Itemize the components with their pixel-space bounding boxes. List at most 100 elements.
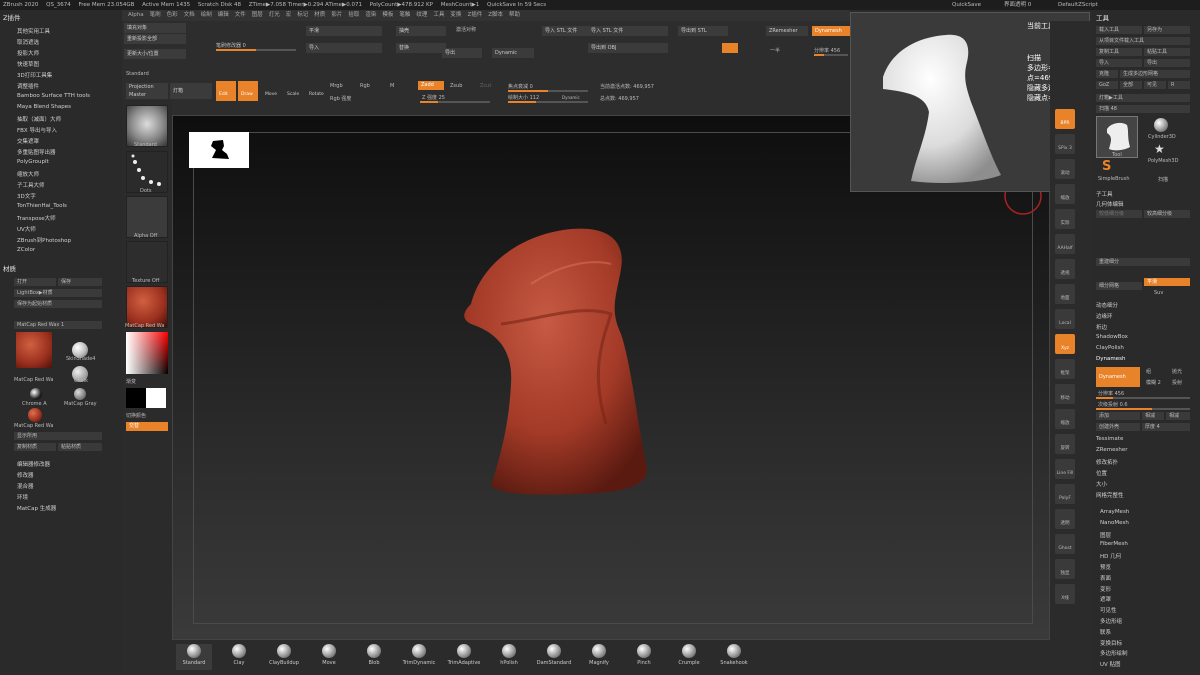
plugin-item[interactable]: FBX 导出与导入 xyxy=(17,126,57,134)
brush-slot[interactable]: ClayBuildup xyxy=(266,644,302,666)
tool-title[interactable]: 工具 xyxy=(1096,12,1109,22)
make-polymesh-button[interactable]: 生成多边形网格 xyxy=(1120,70,1190,78)
plugin-item[interactable]: Transpose大师 xyxy=(17,214,56,222)
shelf-button-13[interactable]: 旋转 xyxy=(1055,434,1075,454)
copy-tool-button[interactable]: 复制工具 xyxy=(1096,48,1142,56)
zremesher-button[interactable]: ZRemesher xyxy=(766,26,808,36)
dynamesh-button[interactable]: Dynamesh xyxy=(812,26,850,36)
brush-modifier-slider[interactable] xyxy=(216,49,296,51)
material-open-button[interactable]: 打开 xyxy=(14,278,56,286)
crease-header[interactable]: 折边 xyxy=(1096,323,1107,331)
tool-section-item[interactable]: 可见性 xyxy=(1100,606,1117,614)
plugin-item[interactable]: 3D打印工具集 xyxy=(17,71,52,79)
material-section-item[interactable]: 混合器 xyxy=(17,482,34,490)
brush-slot[interactable]: TrimDynamic xyxy=(401,644,437,666)
tessimate-header[interactable]: Tessimate xyxy=(1096,436,1123,442)
brush-slot[interactable]: Blob xyxy=(356,644,392,666)
plugin-item[interactable]: ZColor xyxy=(17,247,35,253)
plugin-item[interactable]: 抽取（减面）大师 xyxy=(17,115,61,123)
accent-button[interactable] xyxy=(722,43,738,53)
tool-section-item[interactable]: 图层 xyxy=(1100,531,1111,539)
z-intensity-slider[interactable] xyxy=(420,101,490,103)
group-button[interactable]: 组 xyxy=(1146,368,1151,375)
dynamesh-toggle[interactable]: Dynamesh xyxy=(1096,367,1140,387)
dynamic-button[interactable]: Dynamic xyxy=(492,48,534,58)
dynamesh-resolution-slider[interactable] xyxy=(1096,397,1190,399)
load-tool-button[interactable]: 载入工具 xyxy=(1096,26,1142,34)
tool-section-item[interactable]: 多边形绘制 xyxy=(1100,649,1128,657)
higher-res-button[interactable]: 较高细分级 xyxy=(1144,210,1190,218)
menu-item-17[interactable]: 纹理 xyxy=(416,12,427,18)
dynamic-subdiv-header[interactable]: 动态细分 xyxy=(1096,301,1118,309)
menu-item-8[interactable]: 灯光 xyxy=(269,12,280,18)
tool-section-item[interactable]: ArrayMesh xyxy=(1100,509,1129,515)
tool-section-item[interactable]: 遮罩 xyxy=(1100,595,1111,603)
position-header[interactable]: 位置 xyxy=(1096,469,1107,477)
navigator-thumbnail[interactable] xyxy=(189,132,249,168)
draw-mode-button[interactable]: Draw xyxy=(238,81,258,101)
divide-button[interactable]: 细分网格 xyxy=(1096,282,1142,290)
shelf-button-1[interactable]: SPix 3 xyxy=(1055,134,1075,154)
ui-transparency[interactable]: 界面透明 0 xyxy=(1004,0,1031,10)
lower-res-button[interactable]: 较低细分级 xyxy=(1096,210,1142,218)
menu-item-16[interactable]: 笔触 xyxy=(399,12,410,18)
current-tool-slider[interactable]: 扫描 48 xyxy=(1096,105,1190,113)
tool-section-item[interactable]: 联系 xyxy=(1100,628,1111,636)
brush-slot[interactable]: Standard xyxy=(176,644,212,670)
menu-item-21[interactable]: Z脚本 xyxy=(488,12,503,18)
tool-section-item[interactable]: UV 贴图 xyxy=(1100,660,1121,668)
plugin-item[interactable]: Bamboo Surface TTH tools xyxy=(17,93,90,99)
brush-slot[interactable]: DamStandard xyxy=(536,644,572,666)
menu-item-4[interactable]: 绘制 xyxy=(201,12,212,18)
zplugin-title[interactable]: Z插件 xyxy=(3,12,20,22)
shelf-button-18[interactable]: 独显 xyxy=(1055,559,1075,579)
tool-section-item[interactable]: 表面 xyxy=(1100,574,1111,582)
zsub-button[interactable]: Zsub xyxy=(450,83,462,89)
export-button[interactable]: 导出 xyxy=(442,48,482,58)
mrgb-button[interactable]: Mrgb xyxy=(330,83,343,89)
sub-button[interactable]: 相减 xyxy=(1142,412,1164,420)
menu-item-19[interactable]: 变换 xyxy=(450,12,461,18)
tool-section-item[interactable]: NanoMesh xyxy=(1100,520,1129,526)
menu-item-9[interactable]: 宏 xyxy=(286,12,292,18)
polish-button[interactable]: 抛光 xyxy=(1172,368,1182,375)
tool-section-item[interactable]: 预览 xyxy=(1100,563,1111,571)
brush-thumb[interactable] xyxy=(126,105,168,147)
scale-mode-button[interactable]: Scale xyxy=(284,81,304,101)
save-startup-material-button[interactable]: 保存为起始材质 xyxy=(14,300,102,308)
menu-item-12[interactable]: 影片 xyxy=(331,12,342,18)
resolution-slider[interactable] xyxy=(814,54,848,56)
plugin-item[interactable]: ZBrush到Photoshop xyxy=(17,236,71,244)
shadowbox-header[interactable]: ShadowBox xyxy=(1096,334,1128,340)
half-label[interactable]: 一半 xyxy=(770,47,780,54)
quicksave-button[interactable]: QuickSave xyxy=(952,0,981,10)
menu-item-6[interactable]: 文件 xyxy=(235,12,246,18)
stl-import-btn[interactable]: 导入 STL 文件 xyxy=(542,26,592,36)
size-header[interactable]: 大小 xyxy=(1096,480,1107,488)
shelf-button-19[interactable]: X线 xyxy=(1055,584,1075,604)
draw-size-slider[interactable] xyxy=(508,101,588,103)
menu-item-10[interactable]: 标记 xyxy=(297,12,308,18)
tool-section-item[interactable]: HD 几何 xyxy=(1100,552,1121,560)
menu-item-15[interactable]: 模板 xyxy=(382,12,393,18)
m-button[interactable]: M xyxy=(390,83,394,89)
brush-slot[interactable]: TrimAdaptive xyxy=(446,644,482,666)
plugin-item[interactable]: 缩放大师 xyxy=(17,170,39,178)
dynamesh-header[interactable]: Dynamesh xyxy=(1096,356,1125,362)
suv-button[interactable]: Suv xyxy=(1154,290,1163,296)
fill-object-button[interactable]: 填充对象 xyxy=(124,23,186,33)
secondary-color-swatch[interactable] xyxy=(126,388,146,408)
zremesher-header[interactable]: ZRemesher xyxy=(1096,447,1127,453)
brush-slot[interactable]: Clay xyxy=(221,644,257,666)
material-section-item[interactable]: 环境 xyxy=(17,493,28,501)
shelf-button-8[interactable]: Local xyxy=(1055,309,1075,329)
brush-slot[interactable]: Magnify xyxy=(581,644,617,666)
brush-slot[interactable]: Pinch xyxy=(626,644,662,666)
lightbox-material-button[interactable]: LightBox▶材质 xyxy=(14,289,102,297)
copy-material-button[interactable]: 复制材质 xyxy=(14,443,56,451)
morph-button[interactable]: 替换 xyxy=(396,43,446,53)
show-used-button[interactable]: 显示所用 xyxy=(14,432,102,440)
shelf-button-11[interactable]: 移动 xyxy=(1055,384,1075,404)
plugin-item[interactable]: 其他实用工具 xyxy=(17,27,50,35)
material-gray-thumb[interactable] xyxy=(74,388,86,400)
